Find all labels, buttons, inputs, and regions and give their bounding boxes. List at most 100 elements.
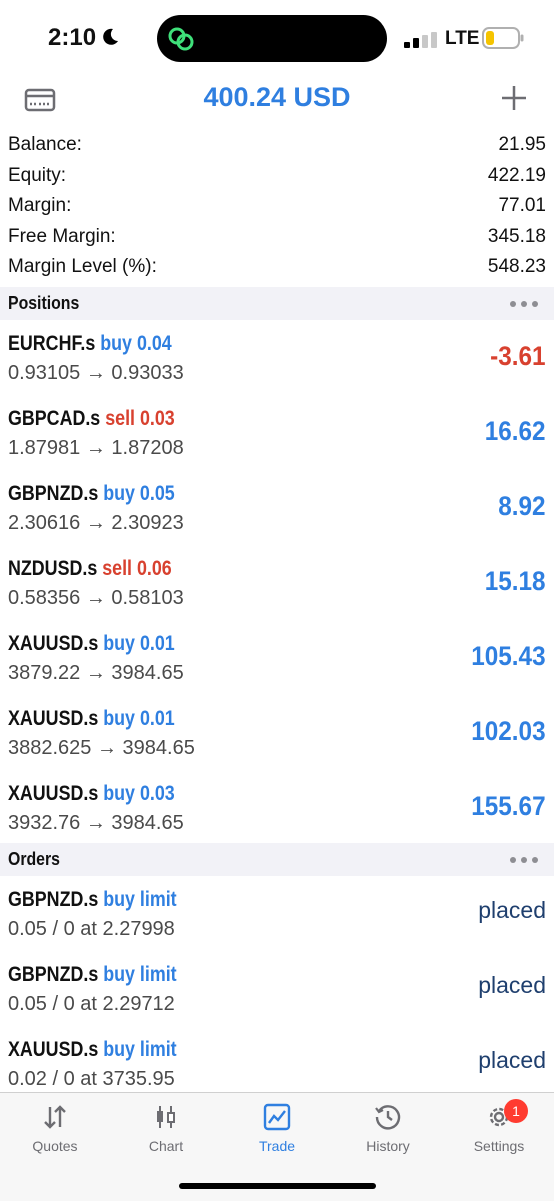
summary-row-margin-level: Margin Level (%): 548.23 — [0, 252, 554, 283]
orders-list: GBPNZD.s buy limit 0.05 / 0 at 2.27998 p… — [0, 876, 554, 1101]
orders-section-header: Orders — [0, 843, 554, 876]
summary-label: Balance: — [8, 134, 82, 156]
position-symbol: EURCHF.s — [8, 332, 96, 355]
position-prices: 0.93105 → 0.93033 — [8, 362, 184, 384]
position-profit: 15.18 — [485, 566, 546, 596]
tab-label: Trade — [258, 1138, 296, 1154]
position-side: sell — [102, 557, 133, 580]
nav-bar: 400.24 USD — [0, 78, 554, 130]
tab-quotes[interactable]: Quotes — [0, 1093, 110, 1163]
order-symbol: XAUUSD.s — [8, 1038, 99, 1061]
order-details: 0.05 / 0 at 2.29712 — [8, 993, 175, 1015]
status-time: 2:10 — [48, 24, 97, 51]
position-volume: 0.04 — [136, 332, 172, 355]
summary-value: 77.01 — [498, 195, 546, 217]
position-symbol: GBPNZD.s — [8, 482, 99, 505]
position-prices: 3879.22 → 3984.65 — [8, 662, 184, 684]
tab-label: Quotes — [32, 1138, 78, 1154]
positions-section-header: Positions — [0, 287, 554, 320]
order-row[interactable]: XAUUSD.s buy limit 0.02 / 0 at 3735.95 p… — [0, 1026, 554, 1101]
candlestick-icon — [157, 1106, 175, 1128]
position-row[interactable]: GBPNZD.s buy 0.05 2.30616 → 2.30923 8.92 — [0, 470, 554, 545]
position-side: sell — [105, 407, 135, 430]
cell-signal-icon — [404, 32, 437, 48]
position-profit: -3.61 — [490, 341, 546, 371]
order-symbol: GBPNZD.s — [8, 963, 99, 986]
position-row[interactable]: NZDUSD.s sell 0.06 0.58356 → 0.58103 15.… — [0, 545, 554, 620]
order-details: 0.05 / 0 at 2.27998 — [8, 918, 175, 940]
summary-value: 345.18 — [487, 225, 546, 247]
position-symbol: GBPCAD.s — [8, 407, 101, 430]
position-volume: 0.03 — [139, 782, 175, 805]
position-volume: 0.01 — [139, 707, 175, 730]
trade-chart-icon — [263, 1103, 291, 1131]
summary-row-balance: Balance: 21.95 — [0, 130, 554, 161]
summary-value: 21.95 — [498, 134, 546, 156]
more-options-icon[interactable] — [510, 300, 538, 307]
position-side: buy — [103, 482, 135, 505]
summary-row-free-margin: Free Margin: 345.18 — [0, 222, 554, 253]
position-prices: 2.30616 → 2.30923 — [8, 512, 184, 534]
position-side: buy — [103, 707, 135, 730]
summary-row-equity: Equity: 422.19 — [0, 161, 554, 192]
position-profit: 105.43 — [471, 641, 546, 671]
position-prices: 3932.76 → 3984.65 — [8, 812, 184, 834]
order-state: placed — [478, 972, 546, 998]
position-row[interactable]: XAUUSD.s buy 0.01 3879.22 → 3984.65 105.… — [0, 620, 554, 695]
position-volume: 0.03 — [139, 407, 175, 430]
more-options-icon[interactable] — [510, 856, 538, 863]
position-row[interactable]: GBPCAD.s sell 0.03 1.87981 → 1.87208 16.… — [0, 395, 554, 470]
order-state: placed — [478, 897, 546, 923]
order-row[interactable]: GBPNZD.s buy limit 0.05 / 0 at 2.27998 p… — [0, 876, 554, 951]
home-indicator — [179, 1183, 376, 1189]
account-balance-title: 400.24 USD — [203, 82, 351, 112]
position-volume: 0.01 — [139, 632, 175, 655]
position-symbol: XAUUSD.s — [8, 782, 99, 805]
order-type: buy limit — [103, 888, 177, 911]
link-app-icon — [168, 27, 194, 51]
position-symbol: XAUUSD.s — [8, 707, 99, 730]
carrier-label: LTE — [445, 28, 480, 49]
summary-label: Margin Level (%): — [8, 256, 157, 278]
order-row[interactable]: GBPNZD.s buy limit 0.05 / 0 at 2.29712 p… — [0, 951, 554, 1026]
history-clock-icon — [375, 1105, 401, 1130]
tab-settings[interactable]: 1 Settings — [444, 1093, 554, 1163]
summary-value: 548.23 — [487, 256, 546, 278]
position-side: buy — [100, 332, 132, 355]
position-profit: 8.92 — [498, 491, 546, 521]
order-details: 0.02 / 0 at 3735.95 — [8, 1068, 175, 1090]
summary-label: Margin: — [8, 195, 72, 217]
summary-label: Free Margin: — [8, 225, 116, 247]
summary-row-margin: Margin: 77.01 — [0, 191, 554, 222]
position-row[interactable]: XAUUSD.s buy 0.01 3882.625 → 3984.65 102… — [0, 695, 554, 770]
order-state: placed — [478, 1047, 546, 1073]
tab-label: Settings — [473, 1138, 525, 1154]
account-summary: Balance: 21.95 Equity: 422.19 Margin: 77… — [0, 130, 554, 283]
notification-badge: 1 — [504, 1099, 528, 1123]
position-side: buy — [103, 632, 135, 655]
plus-icon[interactable] — [498, 82, 530, 114]
battery-icon — [482, 27, 524, 49]
position-prices: 0.58356 → 0.58103 — [8, 587, 184, 609]
summary-value: 422.19 — [487, 164, 546, 186]
moon-icon — [103, 28, 118, 45]
position-volume: 0.05 — [139, 482, 175, 505]
tab-trade[interactable]: Trade — [222, 1093, 332, 1163]
positions-list: EURCHF.s buy 0.04 0.93105 → 0.93033 -3.6… — [0, 320, 554, 845]
summary-label: Equity: — [8, 164, 67, 186]
position-symbol: XAUUSD.s — [8, 632, 99, 655]
position-profit: 102.03 — [471, 716, 546, 746]
section-title: Positions — [8, 293, 80, 313]
position-profit: 155.67 — [471, 791, 546, 821]
order-symbol: GBPNZD.s — [8, 888, 99, 911]
tab-label: History — [366, 1138, 410, 1154]
position-prices: 1.87981 → 1.87208 — [8, 437, 184, 459]
order-type: buy limit — [103, 963, 177, 986]
tab-chart[interactable]: Chart — [111, 1093, 221, 1163]
position-side: buy — [103, 782, 135, 805]
position-row[interactable]: EURCHF.s buy 0.04 0.93105 → 0.93033 -3.6… — [0, 320, 554, 395]
section-title: Orders — [8, 849, 60, 869]
tab-history[interactable]: History — [333, 1093, 443, 1163]
position-profit: 16.62 — [485, 416, 546, 446]
position-row[interactable]: XAUUSD.s buy 0.03 3932.76 → 3984.65 155.… — [0, 770, 554, 845]
